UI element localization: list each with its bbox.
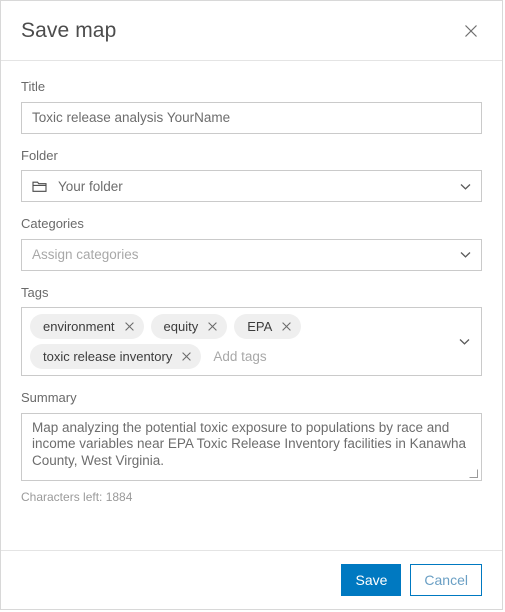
close-icon bbox=[463, 23, 479, 39]
close-icon[interactable] bbox=[207, 321, 218, 332]
folder-label: Folder bbox=[21, 147, 58, 163]
tags-input[interactable]: environment equity EPA toxic release inv… bbox=[21, 307, 482, 377]
tag-chip: toxic release inventory bbox=[30, 344, 202, 370]
folder-field-group: Folder Your folder bbox=[21, 148, 482, 203]
close-button[interactable] bbox=[456, 16, 486, 46]
cancel-button[interactable]: Cancel bbox=[410, 564, 482, 596]
folder-value: Your folder bbox=[58, 178, 123, 194]
chevron-down-icon bbox=[458, 333, 471, 351]
tag-chip: EPA bbox=[234, 314, 302, 340]
tag-label: equity bbox=[163, 319, 199, 335]
tag-chip: environment bbox=[30, 314, 144, 340]
close-icon[interactable] bbox=[281, 321, 292, 332]
tag-label: toxic release inventory bbox=[43, 349, 173, 365]
summary-field-group: Summary Map analyzing the potential toxi… bbox=[21, 390, 482, 504]
save-map-dialog: Save map Title Toxic release analysis Yo… bbox=[0, 0, 503, 610]
tags-label: Tags bbox=[21, 284, 49, 300]
title-input[interactable]: Toxic release analysis YourName bbox=[21, 101, 482, 134]
page-title: Save map bbox=[21, 19, 117, 42]
tag-label: EPA bbox=[247, 319, 273, 335]
categories-label: Categories bbox=[21, 216, 84, 232]
add-tags-input[interactable]: Add tags bbox=[208, 344, 266, 369]
folder-icon bbox=[32, 180, 47, 193]
categories-field-group: Categories Assign categories bbox=[21, 216, 482, 271]
tags-dropdown-button[interactable] bbox=[447, 314, 481, 369]
summary-textarea[interactable]: Map analyzing the potential toxic exposu… bbox=[21, 412, 482, 481]
tags-field-group: Tags environment equity EPA toxic releas… bbox=[21, 285, 482, 377]
chevron-down-icon bbox=[459, 250, 472, 259]
tag-chip: equity bbox=[150, 314, 228, 340]
title-field-group: Title Toxic release analysis YourName bbox=[21, 79, 482, 134]
chevron-down-icon bbox=[459, 182, 472, 191]
tag-label: environment bbox=[43, 319, 115, 335]
title-label: Title bbox=[21, 79, 46, 94]
categories-select[interactable]: Assign categories bbox=[21, 238, 482, 271]
save-button[interactable]: Save bbox=[341, 564, 402, 596]
summary-label: Summary bbox=[21, 390, 77, 406]
dialog-footer: Save Cancel bbox=[1, 550, 502, 609]
dialog-body: Title Toxic release analysis YourName Fo… bbox=[1, 61, 502, 550]
dialog-header: Save map bbox=[1, 1, 502, 61]
tags-list: environment equity EPA toxic release inv… bbox=[30, 314, 447, 370]
close-icon[interactable] bbox=[124, 321, 135, 332]
close-icon[interactable] bbox=[181, 351, 192, 362]
categories-placeholder: Assign categories bbox=[32, 247, 139, 263]
characters-left-text: Characters left: 1884 bbox=[21, 489, 133, 504]
folder-select[interactable]: Your folder bbox=[21, 170, 482, 203]
